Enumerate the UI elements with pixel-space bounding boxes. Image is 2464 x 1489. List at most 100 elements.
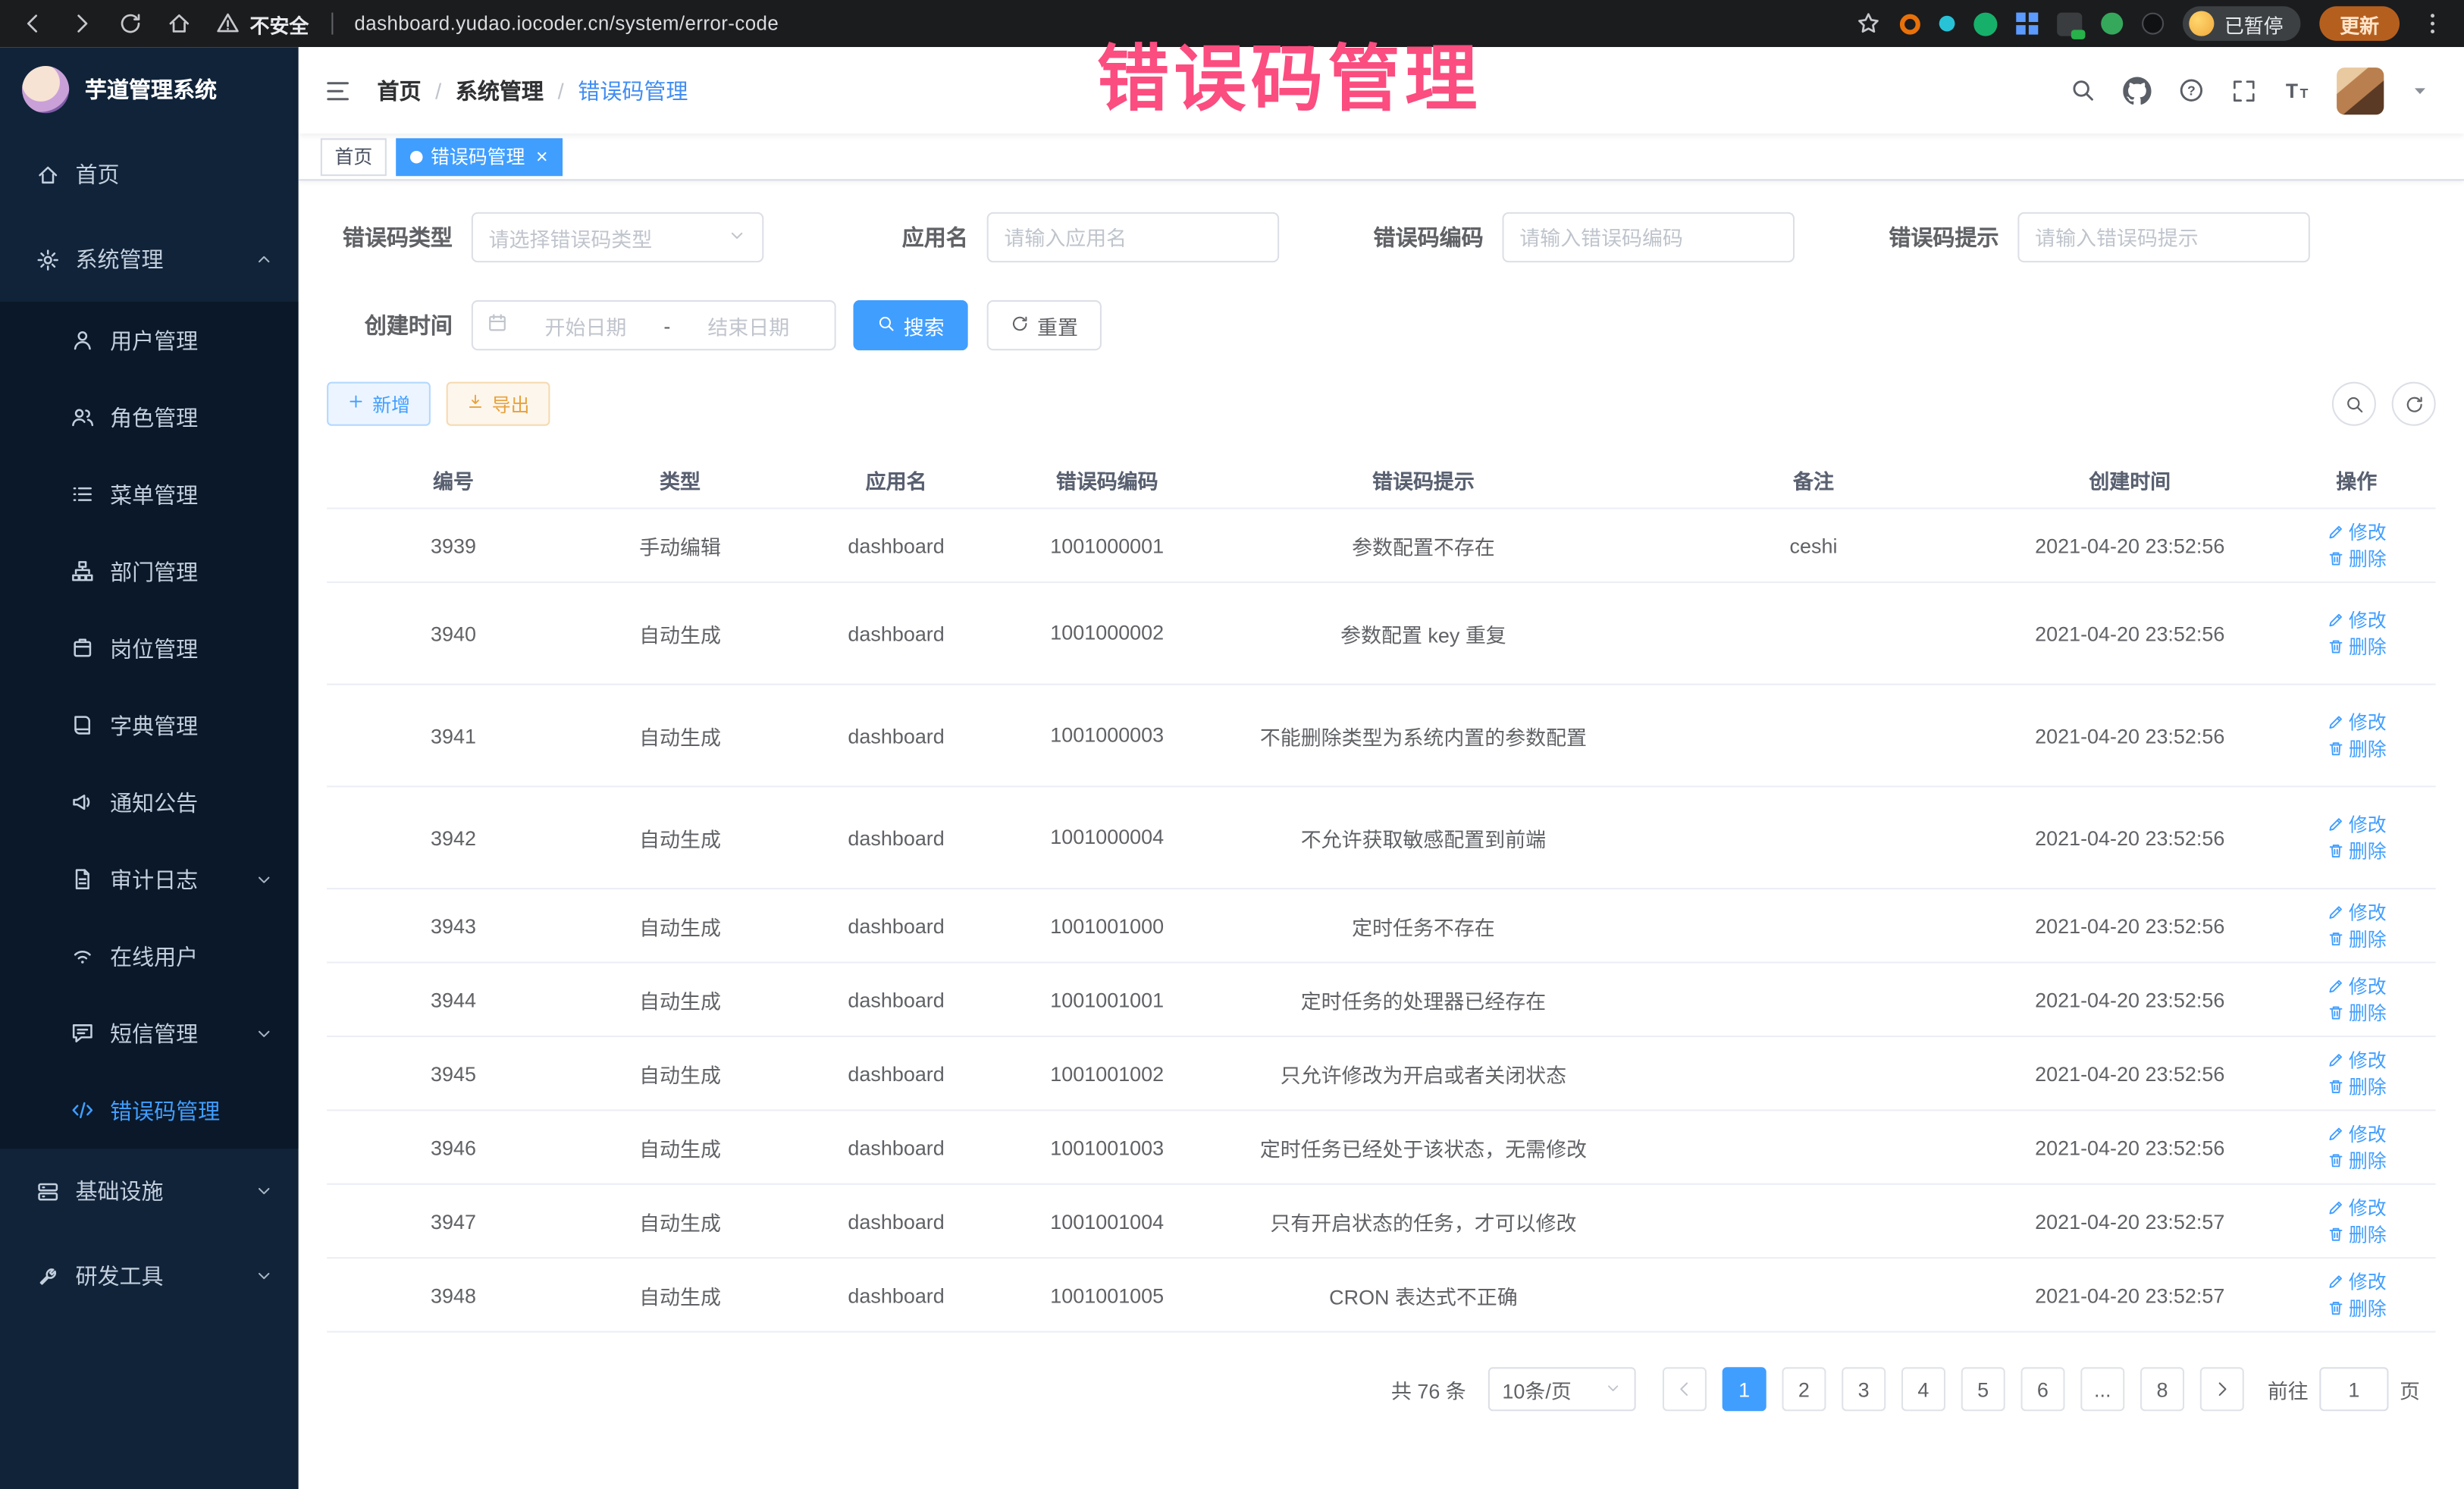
date-range-picker[interactable]: 开始日期 - 结束日期 <box>472 300 836 350</box>
delete-link[interactable]: 删除 <box>2327 1074 2387 1100</box>
add-button[interactable]: 新增 <box>327 382 431 426</box>
page-button-6[interactable]: 6 <box>2020 1367 2064 1411</box>
page-button-3[interactable]: 3 <box>1842 1367 1886 1411</box>
extension-icon-teal-dot[interactable] <box>1940 16 1956 32</box>
delete-link[interactable]: 删除 <box>2327 735 2387 762</box>
edit-link[interactable]: 修改 <box>2327 973 2387 999</box>
user-avatar[interactable] <box>2337 67 2384 114</box>
logo-avatar <box>22 66 69 113</box>
error-code-input[interactable] <box>1503 212 1795 262</box>
edit-link[interactable]: 修改 <box>2327 519 2387 545</box>
page-button-2[interactable]: 2 <box>1782 1367 1826 1411</box>
font-size-icon[interactable]: TT <box>2284 77 2310 104</box>
sidebar-item-user[interactable]: 用户管理 <box>0 302 299 379</box>
breadcrumb-item[interactable]: 首页 <box>377 74 421 105</box>
breadcrumb-item[interactable]: 系统管理 <box>456 74 544 105</box>
extension-icon-green-dot[interactable] <box>2102 13 2124 35</box>
goto-page-input[interactable] <box>2319 1367 2388 1411</box>
fullscreen-icon[interactable] <box>2231 78 2256 103</box>
close-icon[interactable]: × <box>536 146 548 167</box>
page-button-4[interactable]: 4 <box>1901 1367 1945 1411</box>
breadcrumb-item[interactable]: 错误码管理 <box>578 74 688 105</box>
forward-icon[interactable] <box>67 10 94 36</box>
back-icon[interactable] <box>19 10 45 36</box>
cell-app: dashboard <box>780 1136 1012 1159</box>
reset-button[interactable]: 重置 <box>987 300 1102 350</box>
screen: 不安全 dashboard.yudao.iocoder.cn/system/er… <box>0 0 2464 1489</box>
edit-link[interactable]: 修改 <box>2327 607 2387 633</box>
sidebar-item-gear[interactable]: 系统管理 <box>0 217 299 302</box>
edit-link[interactable]: 修改 <box>2327 1268 2387 1295</box>
error-type-select[interactable]: 请选择错误码类型 <box>472 212 764 262</box>
more-pages-button[interactable]: ... <box>2080 1367 2124 1411</box>
plus-icon <box>347 393 365 415</box>
tab-home[interactable]: 首页 <box>321 137 387 175</box>
refresh-table-button[interactable] <box>2392 382 2436 426</box>
delete-link[interactable]: 删除 <box>2327 926 2387 952</box>
toggle-search-button[interactable] <box>2332 382 2376 426</box>
edit-link[interactable]: 修改 <box>2327 1046 2387 1073</box>
export-button[interactable]: 导出 <box>447 382 550 426</box>
sidebar-item-users[interactable]: 角色管理 <box>0 379 299 456</box>
cell-actions: 修改删除 <box>2277 1046 2436 1099</box>
logo-row[interactable]: 芋道管理系统 <box>0 47 299 132</box>
page-size-select[interactable]: 10条/页 <box>1488 1367 1636 1411</box>
extension-icon-blue-grid[interactable] <box>2017 13 2039 35</box>
sidebar-item-megaphone[interactable]: 通知公告 <box>0 763 299 841</box>
github-icon[interactable] <box>2123 77 2151 105</box>
search-button[interactable]: 搜索 <box>853 300 967 350</box>
profile-paused-pill[interactable]: 已暂停 <box>2183 6 2300 41</box>
column-header: 错误码编码 <box>1012 464 1202 494</box>
delete-link[interactable]: 删除 <box>2327 633 2387 660</box>
extension-icon-switch-on[interactable] <box>2058 12 2083 36</box>
next-page-button[interactable] <box>2200 1367 2244 1411</box>
extension-icon-green-circle[interactable] <box>1974 12 1998 36</box>
delete-link[interactable]: 删除 <box>2327 1147 2387 1174</box>
edit-link[interactable]: 修改 <box>2327 899 2387 926</box>
sidebar-item-sms[interactable]: 短信管理 <box>0 995 299 1072</box>
edit-link[interactable]: 修改 <box>2327 811 2387 838</box>
delete-link[interactable]: 删除 <box>2327 838 2387 864</box>
sidebar-item-book[interactable]: 字典管理 <box>0 687 299 764</box>
hamburger-icon[interactable] <box>324 77 352 105</box>
sidebar-item-menu-list[interactable]: 菜单管理 <box>0 456 299 533</box>
browser-menu-icon[interactable] <box>2419 10 2445 36</box>
edit-link[interactable]: 修改 <box>2327 1194 2387 1221</box>
update-button[interactable]: 更新 <box>2319 6 2400 41</box>
sidebar-item-log[interactable]: 审计日志 <box>0 841 299 918</box>
column-header: 应用名 <box>780 464 1012 494</box>
delete-link[interactable]: 删除 <box>2327 999 2387 1026</box>
column-header: 创建时间 <box>1983 464 2277 494</box>
sidebar-item-tree[interactable]: 部门管理 <box>0 533 299 610</box>
sidebar-item-online[interactable]: 在线用户 <box>0 917 299 995</box>
extension-icon-orange-ring[interactable] <box>1901 14 1921 34</box>
sidebar-item-home[interactable]: 首页 <box>0 132 299 217</box>
prev-page-button[interactable] <box>1663 1367 1707 1411</box>
page-button-5[interactable]: 5 <box>1961 1367 2005 1411</box>
search-icon[interactable] <box>2070 77 2096 104</box>
delete-link[interactable]: 删除 <box>2327 545 2387 572</box>
sidebar-item-code[interactable]: 错误码管理 <box>0 1072 299 1149</box>
extension-icon-dark-dot[interactable] <box>2143 13 2165 35</box>
edit-link[interactable]: 修改 <box>2327 709 2387 735</box>
sidebar-item-infra[interactable]: 基础设施 <box>0 1149 299 1234</box>
sidebar-item-tools[interactable]: 研发工具 <box>0 1234 299 1318</box>
security-chip[interactable]: 不安全 <box>214 8 309 38</box>
delete-link[interactable]: 删除 <box>2327 1221 2387 1247</box>
log-icon <box>69 867 94 892</box>
cell-app: dashboard <box>780 723 1012 747</box>
browser-home-icon[interactable] <box>165 10 192 36</box>
error-hint-input[interactable] <box>2017 212 2310 262</box>
avatar-caret-down-icon[interactable] <box>2411 81 2430 100</box>
page-button-8[interactable]: 8 <box>2140 1367 2184 1411</box>
bookmark-star-icon[interactable] <box>1855 10 1882 36</box>
page-button-1[interactable]: 1 <box>1723 1367 1766 1411</box>
address-url[interactable]: dashboard.yudao.iocoder.cn/system/error-… <box>354 13 779 35</box>
delete-link[interactable]: 删除 <box>2327 1295 2387 1321</box>
tab-error-code[interactable]: 错误码管理× <box>396 137 562 175</box>
edit-link[interactable]: 修改 <box>2327 1121 2387 1147</box>
help-icon[interactable]: ? <box>2178 77 2205 104</box>
reload-icon[interactable] <box>116 10 143 36</box>
app-name-input[interactable] <box>987 212 1280 262</box>
sidebar-item-badge[interactable]: 岗位管理 <box>0 610 299 687</box>
